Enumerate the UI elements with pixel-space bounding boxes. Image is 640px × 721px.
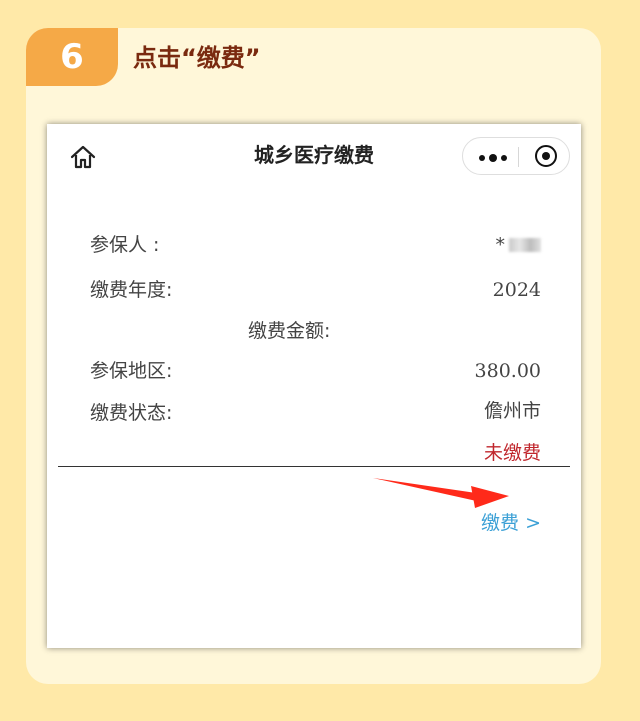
insured-value: *	[495, 232, 541, 258]
amount-value: 380.00	[474, 360, 541, 382]
status-label: 缴费状态:	[90, 402, 173, 424]
tutorial-card: 6 点击“缴费” 城乡医疗缴费 参保人 : * 缴费年度: 2024 缴费金额:…	[26, 28, 601, 684]
year-value: 2024	[492, 279, 541, 301]
insured-value-text: *	[495, 234, 506, 256]
capsule-divider	[518, 147, 519, 167]
mini-program-capsule	[462, 137, 570, 175]
divider	[58, 466, 570, 467]
phone-screenshot: 城乡医疗缴费 参保人 : * 缴费年度: 2024 缴费金额: 参保地区: 38…	[47, 124, 581, 648]
region-label: 参保地区:	[90, 360, 173, 382]
more-icon[interactable]	[479, 154, 507, 162]
blurred-name	[509, 238, 541, 252]
pay-button[interactable]: 缴费 >	[481, 510, 541, 536]
year-label: 缴费年度:	[90, 279, 173, 301]
step-title: 点击“缴费”	[133, 44, 261, 72]
red-arrow-icon	[373, 478, 509, 508]
amount-label: 缴费金额:	[248, 320, 331, 342]
status-value: 未缴费	[483, 442, 541, 464]
region-value: 儋州市	[483, 400, 541, 422]
close-icon[interactable]	[535, 145, 557, 167]
insured-label: 参保人 :	[90, 234, 160, 256]
step-number-badge: 6	[26, 28, 118, 86]
